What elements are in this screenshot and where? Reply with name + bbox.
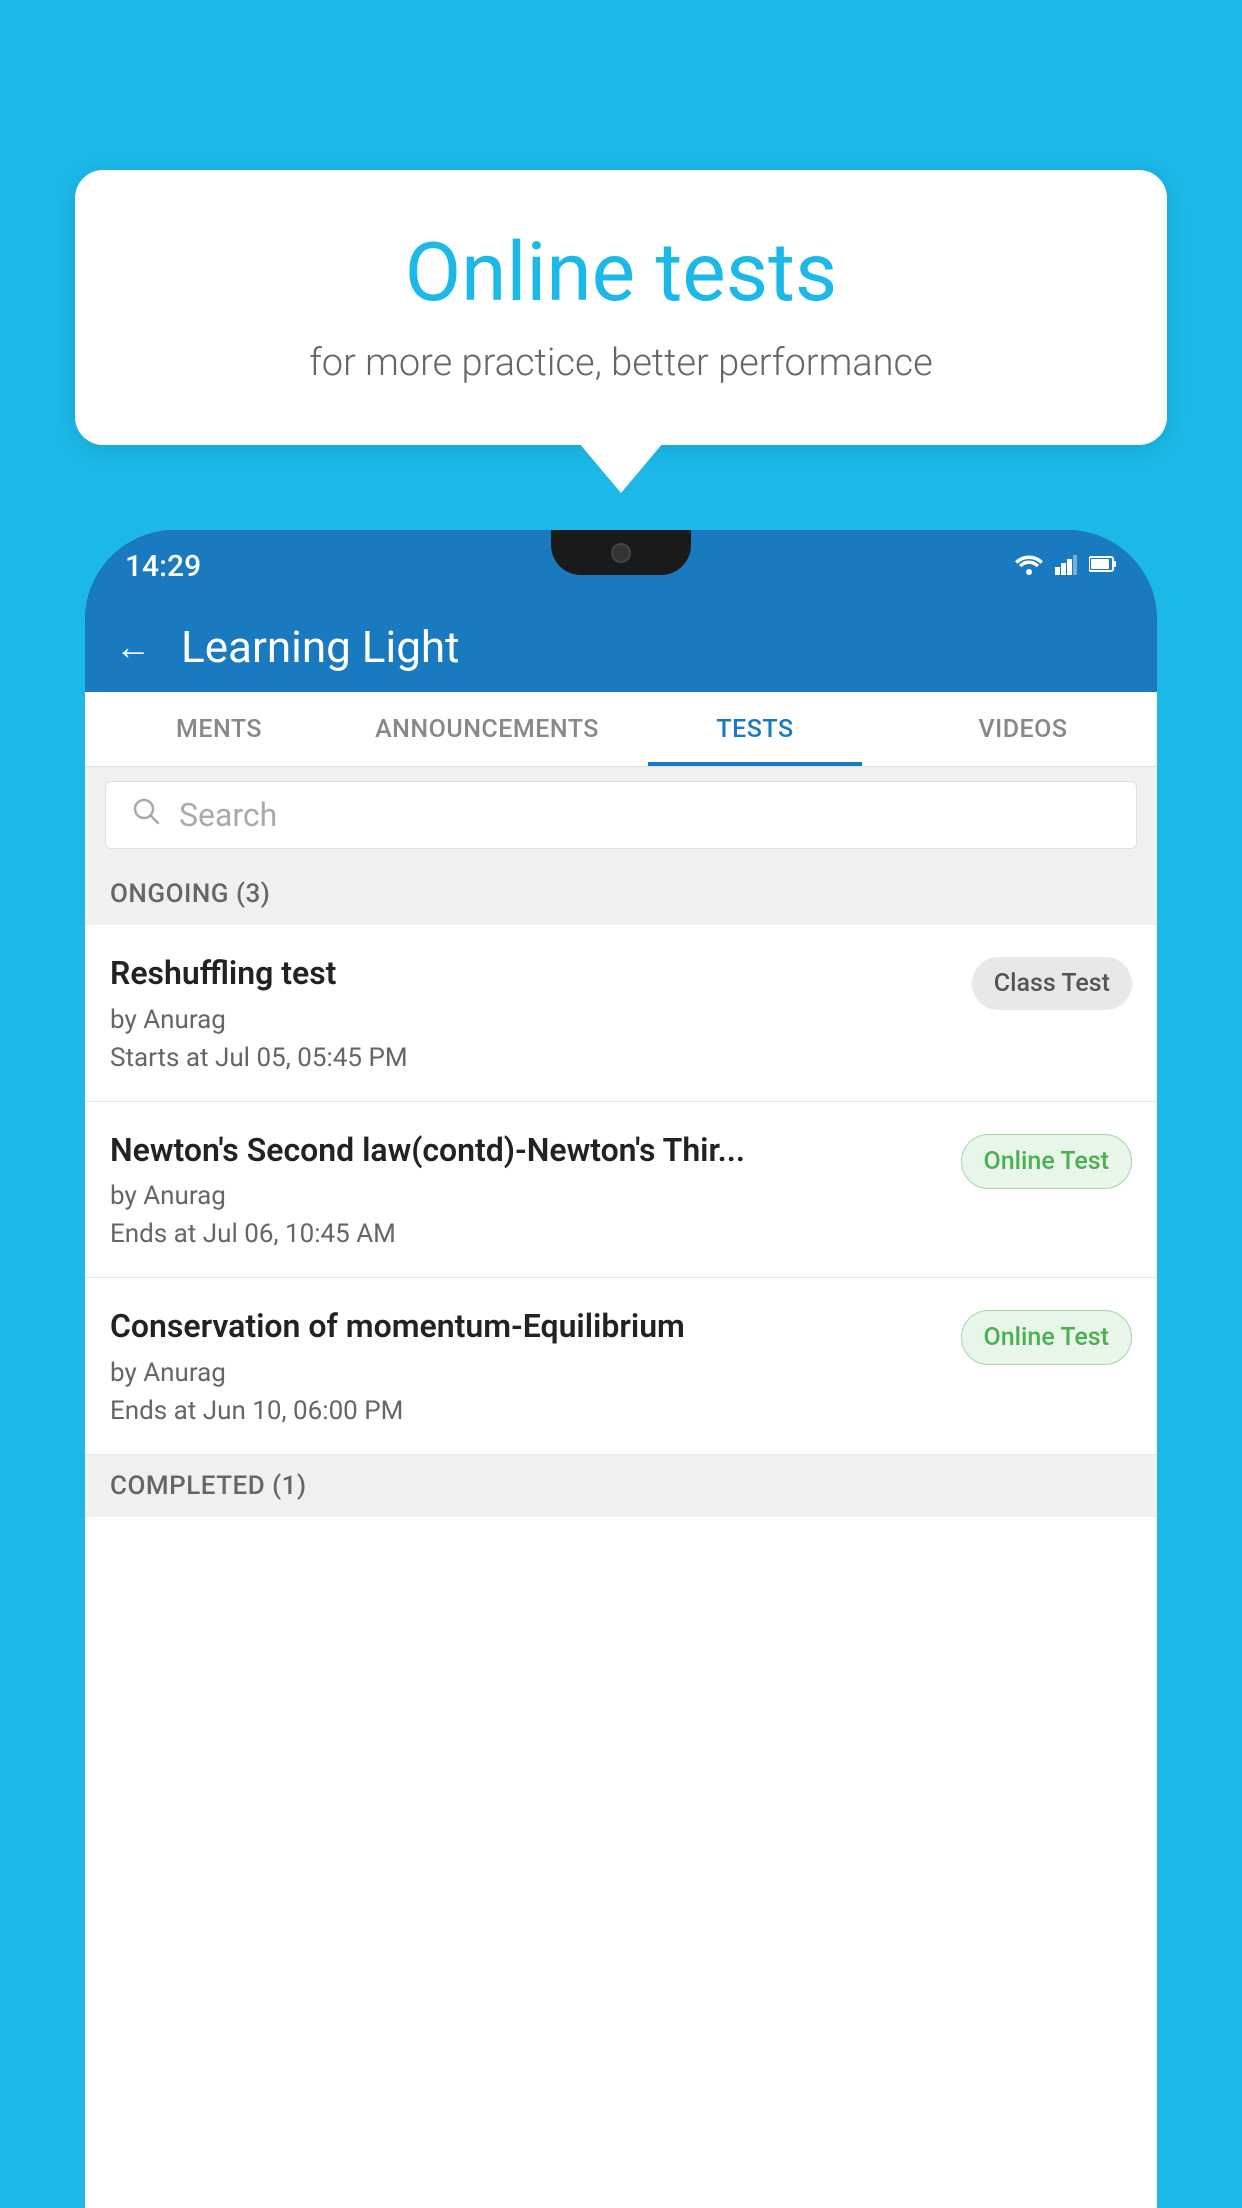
app-header: ← Learning Light <box>85 602 1157 692</box>
test-date-reshuffling: Starts at Jul 05, 05:45 PM <box>110 1043 952 1073</box>
app-title: Learning Light <box>181 621 460 673</box>
test-name-newtons: Newton's Second law(contd)-Newton's Thir… <box>110 1130 941 1172</box>
camera <box>611 543 631 563</box>
speech-bubble: Online tests for more practice, better p… <box>75 170 1167 445</box>
test-date-conservation: Ends at Jun 10, 06:00 PM <box>110 1396 941 1426</box>
status-time: 14:29 <box>125 549 201 584</box>
test-item-reshuffling[interactable]: Reshuffling test by Anurag Starts at Jul… <box>85 925 1157 1102</box>
test-item-conservation[interactable]: Conservation of momentum-Equilibrium by … <box>85 1278 1157 1455</box>
status-bar: 14:29 <box>85 530 1157 602</box>
test-name-conservation: Conservation of momentum-Equilibrium <box>110 1306 941 1348</box>
bubble-title: Online tests <box>135 225 1107 321</box>
tab-tests[interactable]: TESTS <box>621 692 889 766</box>
test-info-newtons: Newton's Second law(contd)-Newton's Thir… <box>110 1130 961 1250</box>
tabs-bar: MENTS ANNOUNCEMENTS TESTS VIDEOS <box>85 692 1157 767</box>
test-info-conservation: Conservation of momentum-Equilibrium by … <box>110 1306 961 1426</box>
test-item-newtons[interactable]: Newton's Second law(contd)-Newton's Thir… <box>85 1102 1157 1279</box>
section-ongoing: ONGOING (3) <box>85 863 1157 925</box>
test-info-reshuffling: Reshuffling test by Anurag Starts at Jul… <box>110 953 972 1073</box>
section-completed: COMPLETED (1) <box>85 1455 1157 1517</box>
battery-icon <box>1089 555 1117 577</box>
test-author-reshuffling: by Anurag <box>110 1005 952 1035</box>
test-date-newtons: Ends at Jul 06, 10:45 AM <box>110 1219 941 1249</box>
tab-announcements[interactable]: ANNOUNCEMENTS <box>353 692 621 766</box>
back-button[interactable]: ← <box>115 626 151 668</box>
phone-frame: 14:29 <box>85 530 1157 2208</box>
test-name-reshuffling: Reshuffling test <box>110 953 952 995</box>
search-bar-container: Search <box>85 767 1157 863</box>
phone-screen: MENTS ANNOUNCEMENTS TESTS VIDEOS <box>85 692 1157 2208</box>
test-badge-conservation: Online Test <box>961 1310 1132 1365</box>
search-input[interactable]: Search <box>105 781 1137 849</box>
test-author-newtons: by Anurag <box>110 1181 941 1211</box>
search-icon <box>131 796 161 834</box>
bubble-subtitle: for more practice, better performance <box>135 341 1107 385</box>
search-placeholder: Search <box>179 796 277 834</box>
test-badge-reshuffling: Class Test <box>972 957 1132 1010</box>
signal-icon <box>1055 553 1077 579</box>
test-author-conservation: by Anurag <box>110 1358 941 1388</box>
notch <box>551 530 691 575</box>
status-icons <box>1015 553 1117 579</box>
wifi-icon <box>1015 553 1043 579</box>
tab-videos[interactable]: VIDEOS <box>889 692 1157 766</box>
tab-ments[interactable]: MENTS <box>85 692 353 766</box>
test-badge-newtons: Online Test <box>961 1134 1132 1189</box>
